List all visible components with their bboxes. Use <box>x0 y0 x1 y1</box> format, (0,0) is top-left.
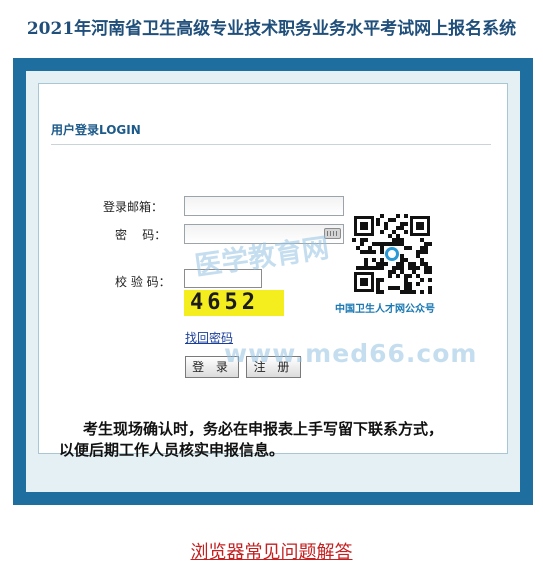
qr-code-icon <box>352 214 432 294</box>
password-label: 密 码： <box>115 228 167 242</box>
notice-text: 考生现场确认时，务必在申报表上手写留下联系方式， 以便后期工作人员核实申报信息。 <box>59 419 489 461</box>
header-divider <box>51 144 491 145</box>
password-input[interactable] <box>184 224 344 244</box>
forgot-password-link[interactable]: 找回密码 <box>185 329 233 346</box>
notice-line-2: 以便后期工作人员核实申报信息。 <box>59 441 285 459</box>
email-input[interactable] <box>184 196 344 216</box>
captcha-input[interactable] <box>184 269 262 288</box>
email-label: 登录邮箱： <box>103 200 164 214</box>
captcha-image[interactable]: 4652 <box>184 290 284 316</box>
register-button[interactable]: 注 册 <box>246 356 301 378</box>
login-panel: 用户登录LOGIN 登录邮箱： 密 码： 校 验 码： 4652 找回密码 登 … <box>38 83 508 459</box>
login-button[interactable]: 登 录 <box>185 356 239 378</box>
page-title: 2021年河南省卫生高级专业技术职务业务水平考试网上报名系统 <box>26 19 517 39</box>
login-frame-inner: 用户登录LOGIN 登录邮箱： 密 码： 校 验 码： 4652 找回密码 登 … <box>26 71 520 492</box>
keyboard-icon[interactable] <box>324 228 341 239</box>
login-frame: 用户登录LOGIN 登录邮箱： 密 码： 校 验 码： 4652 找回密码 登 … <box>13 58 533 505</box>
qr-caption: 中国卫生人才网公众号 <box>335 304 435 315</box>
faq-link[interactable]: 浏览器常见问题解答 <box>0 538 543 564</box>
login-header: 用户登录LOGIN <box>51 123 141 137</box>
notice-line-1: 考生现场确认时，务必在申报表上手写留下联系方式， <box>83 420 444 438</box>
captcha-label: 校 验 码： <box>115 275 171 289</box>
